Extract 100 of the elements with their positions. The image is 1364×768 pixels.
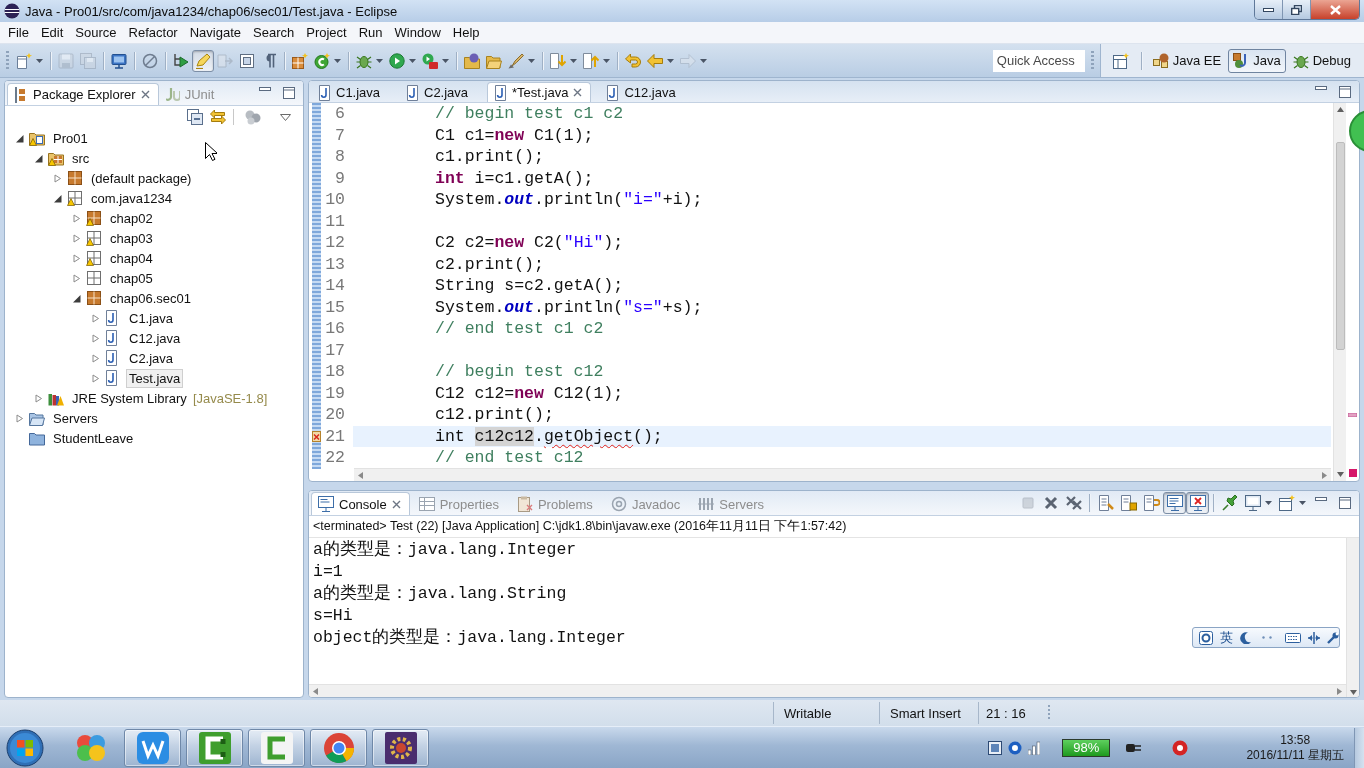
tree-item[interactable]: StudentLeave bbox=[50, 428, 137, 448]
scroll-thumb[interactable] bbox=[1335, 142, 1345, 350]
menu-item[interactable]: Source bbox=[69, 23, 123, 42]
perspective-button[interactable]: Java bbox=[1228, 48, 1286, 73]
toolbar-button[interactable] bbox=[1163, 492, 1186, 514]
menu-item[interactable]: Project bbox=[300, 23, 353, 42]
menu-item[interactable]: Run bbox=[352, 23, 389, 42]
close-icon[interactable] bbox=[391, 499, 401, 509]
caret-icon[interactable] bbox=[36, 58, 43, 63]
circle-widget-icon[interactable] bbox=[1348, 110, 1364, 152]
tree-item[interactable]: chap05 bbox=[107, 268, 156, 288]
menu-item[interactable]: Window bbox=[388, 23, 447, 42]
menu-item[interactable]: Refactor bbox=[122, 23, 184, 42]
split-arrows-icon[interactable] bbox=[1308, 631, 1320, 644]
tree-item[interactable]: com.java1234 bbox=[88, 188, 175, 208]
tree-item[interactable]: chap04 bbox=[107, 248, 156, 268]
tree-item[interactable]: C12.java bbox=[126, 328, 184, 348]
minimize-icon[interactable] bbox=[1315, 85, 1327, 90]
maximize-icon[interactable] bbox=[1339, 497, 1351, 509]
window-tile-icon[interactable] bbox=[988, 740, 1003, 755]
close-icon[interactable] bbox=[573, 88, 583, 97]
menu-item[interactable]: Help bbox=[446, 23, 486, 42]
collapse-icon[interactable] bbox=[187, 109, 203, 125]
error-summary-icon[interactable] bbox=[1348, 469, 1357, 477]
drag-handle[interactable] bbox=[6, 50, 9, 71]
taskbar-button[interactable] bbox=[372, 728, 429, 767]
window-plus-icon[interactable] bbox=[1112, 52, 1129, 69]
drag-handle[interactable] bbox=[1048, 705, 1050, 721]
blob-icon[interactable] bbox=[245, 109, 261, 125]
tree-item[interactable]: Test.java bbox=[126, 368, 184, 388]
triangle-icon[interactable] bbox=[53, 193, 62, 203]
perspective-button[interactable]: Debug bbox=[1287, 48, 1356, 73]
toolbar-button[interactable] bbox=[1186, 492, 1209, 514]
caret-icon[interactable] bbox=[603, 58, 610, 63]
caret-icon[interactable] bbox=[528, 58, 535, 63]
restore-button[interactable] bbox=[1283, 0, 1311, 19]
tray-badge-icon[interactable] bbox=[1172, 739, 1189, 756]
input-mode-toggle[interactable]: 英 bbox=[1220, 631, 1233, 644]
dots-icon[interactable] bbox=[1262, 636, 1272, 639]
tree-item[interactable]: src bbox=[69, 148, 93, 168]
editor-tab[interactable]: *Test.java bbox=[487, 82, 592, 102]
close-icon[interactable] bbox=[140, 90, 150, 99]
tree-item[interactable]: JRE System Library bbox=[69, 388, 190, 408]
tree-item[interactable]: Servers bbox=[50, 408, 101, 428]
signal-icon[interactable] bbox=[1028, 740, 1041, 755]
caret-icon[interactable] bbox=[409, 58, 416, 63]
minimize-button[interactable] bbox=[1255, 0, 1283, 19]
tree-item[interactable]: chap06.sec01 bbox=[107, 288, 194, 308]
caret-icon[interactable] bbox=[667, 58, 674, 63]
triangle-icon[interactable] bbox=[34, 153, 43, 163]
view-tab[interactable]: Package Explorer bbox=[7, 83, 159, 105]
ring-tile-icon[interactable] bbox=[1199, 630, 1213, 645]
info-circle-icon[interactable] bbox=[1008, 740, 1023, 755]
close-button[interactable] bbox=[1311, 0, 1359, 19]
editor-tab[interactable]: C1.java bbox=[311, 82, 391, 102]
tree-item[interactable]: C2.java bbox=[126, 348, 177, 368]
menu-item[interactable]: Navigate bbox=[183, 23, 247, 42]
view-menu-icon[interactable] bbox=[280, 113, 291, 121]
maximize-icon[interactable] bbox=[1339, 85, 1351, 98]
caret-icon[interactable] bbox=[442, 58, 449, 63]
quick-access-field[interactable]: Quick Access bbox=[992, 49, 1085, 72]
swap-arrows-icon[interactable] bbox=[210, 109, 226, 125]
horizontal-scrollbar[interactable] bbox=[309, 684, 1346, 697]
editor-tab[interactable]: C2.java bbox=[399, 82, 479, 102]
triangle-icon[interactable] bbox=[15, 133, 24, 143]
taskbar-button[interactable] bbox=[186, 728, 243, 767]
triangle-icon[interactable] bbox=[72, 293, 81, 303]
maximize-icon[interactable] bbox=[283, 87, 295, 99]
start-orb-icon[interactable] bbox=[6, 728, 44, 767]
plug-icon[interactable] bbox=[1126, 741, 1143, 754]
tree-item[interactable]: chap03 bbox=[107, 228, 156, 248]
vertical-scrollbar[interactable] bbox=[1333, 103, 1346, 481]
wrench-icon[interactable] bbox=[1327, 631, 1339, 644]
caret-icon[interactable] bbox=[376, 58, 383, 63]
perspective-button[interactable]: Java EE bbox=[1147, 48, 1227, 73]
caret-icon[interactable] bbox=[334, 58, 341, 63]
tree-item[interactable]: C1.java bbox=[126, 308, 177, 328]
tree-item[interactable]: chap02 bbox=[107, 208, 156, 228]
clock-time[interactable]: 13:58 bbox=[1280, 732, 1311, 748]
minimize-icon[interactable] bbox=[259, 87, 271, 91]
gear-tile-icon bbox=[384, 731, 417, 764]
caret-icon[interactable] bbox=[1299, 501, 1306, 505]
horizontal-scrollbar[interactable] bbox=[354, 468, 1331, 481]
view-tab[interactable]: Console bbox=[311, 492, 410, 515]
drag-handle[interactable] bbox=[1090, 50, 1094, 71]
caret-icon[interactable] bbox=[570, 58, 577, 63]
editor-tab[interactable]: C12.java bbox=[599, 82, 685, 102]
code-line: C2 c2=new C2("Hi"); bbox=[435, 233, 624, 252]
menu-item[interactable]: Search bbox=[247, 23, 301, 42]
menu-item[interactable]: File bbox=[2, 23, 35, 42]
caret-icon[interactable] bbox=[1265, 501, 1272, 505]
tree-item[interactable]: (default package) bbox=[88, 168, 195, 188]
menu-item[interactable]: Edit bbox=[34, 23, 70, 42]
keyboard-icon[interactable] bbox=[1285, 632, 1301, 643]
toolbar-button[interactable] bbox=[192, 49, 214, 72]
minimize-icon[interactable] bbox=[1315, 497, 1327, 501]
clock-date[interactable]: 2016/11/11 星期五 bbox=[1246, 747, 1344, 763]
vertical-scrollbar[interactable] bbox=[1346, 538, 1359, 697]
moon-icon[interactable] bbox=[1240, 631, 1251, 644]
tree-item[interactable]: Pro01 bbox=[50, 128, 91, 148]
